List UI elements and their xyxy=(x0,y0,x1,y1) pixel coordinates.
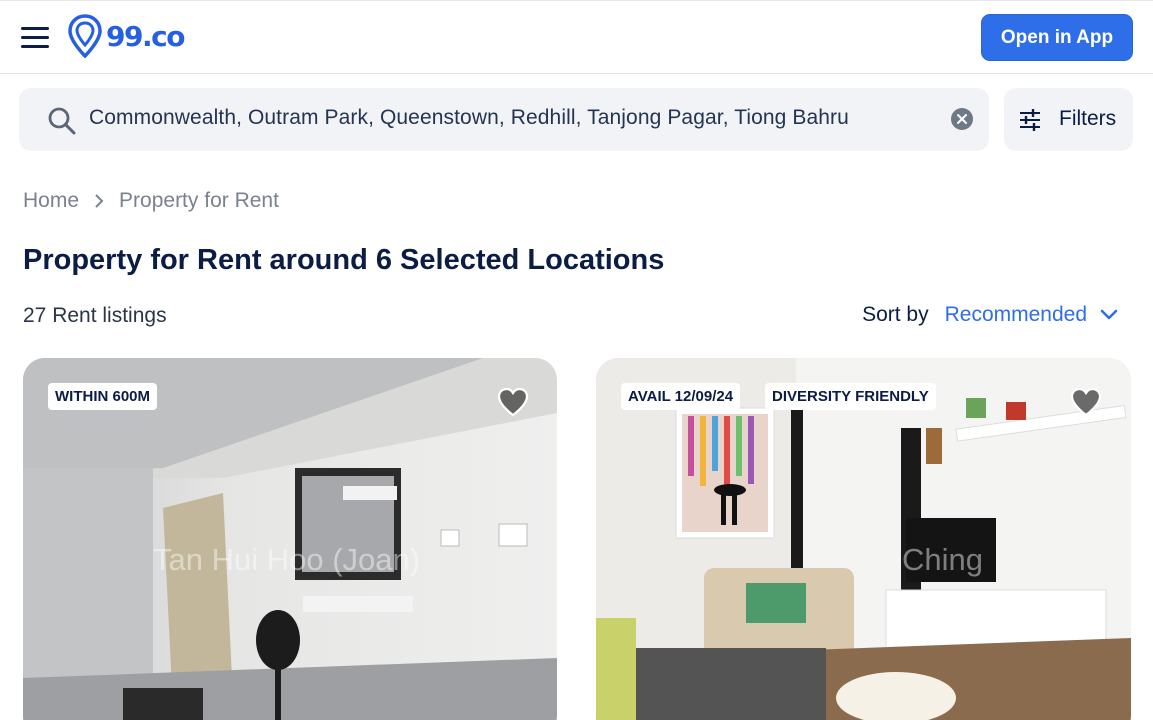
logo-text: 99.co xyxy=(106,19,185,53)
open-in-app-button[interactable]: Open in App xyxy=(981,14,1133,61)
listing-photo xyxy=(23,358,557,720)
sort-dropdown[interactable]: Recommended xyxy=(945,303,1087,327)
distance-badge: WITHIN 600M xyxy=(48,383,158,410)
clear-search-icon[interactable] xyxy=(951,108,973,130)
filters-label: Filters xyxy=(1059,107,1117,130)
search-bar[interactable]: Commonwealth, Outram Park, Queenstown, R… xyxy=(19,88,989,151)
photo-watermark: Tan Hui Hoo (Joan) xyxy=(153,542,421,577)
page-title: Property for Rent around 6 Selected Loca… xyxy=(23,244,665,276)
availability-badge: AVAIL 12/09/24 xyxy=(621,383,741,410)
listings-count: 27 Rent listings xyxy=(23,304,167,327)
breadcrumb-property-for-rent[interactable]: Property for Rent xyxy=(119,189,279,213)
sort-control[interactable]: Sort by Recommended xyxy=(862,303,1119,327)
chevron-right-icon xyxy=(93,193,105,209)
top-header: 99.co Open in App xyxy=(0,0,1153,74)
location-pin-icon xyxy=(68,14,102,58)
filters-button[interactable]: Filters xyxy=(1004,88,1133,151)
logo[interactable]: 99.co xyxy=(68,13,185,59)
listing-card[interactable]: Tan Hui Hoo (Joan) WITHIN 600M xyxy=(23,358,557,720)
listing-card[interactable]: Ching AVAIL 12/09/24 DIVERSITY FRIENDLY xyxy=(596,358,1131,720)
heart-icon[interactable] xyxy=(1069,386,1103,418)
photo-watermark: Ching xyxy=(902,542,983,577)
sort-label: Sort by xyxy=(862,303,929,326)
chevron-down-icon[interactable] xyxy=(1099,308,1119,322)
menu-icon[interactable] xyxy=(21,27,49,49)
breadcrumb: Home Property for Rent xyxy=(23,189,279,213)
search-input[interactable]: Commonwealth, Outram Park, Queenstown, R… xyxy=(89,106,849,130)
listing-photo xyxy=(596,358,1131,720)
heart-icon[interactable] xyxy=(496,386,530,418)
search-icon xyxy=(48,107,76,135)
breadcrumb-home[interactable]: Home xyxy=(23,189,79,213)
sliders-icon xyxy=(1020,109,1040,131)
diversity-friendly-badge: DIVERSITY FRIENDLY xyxy=(765,383,936,410)
